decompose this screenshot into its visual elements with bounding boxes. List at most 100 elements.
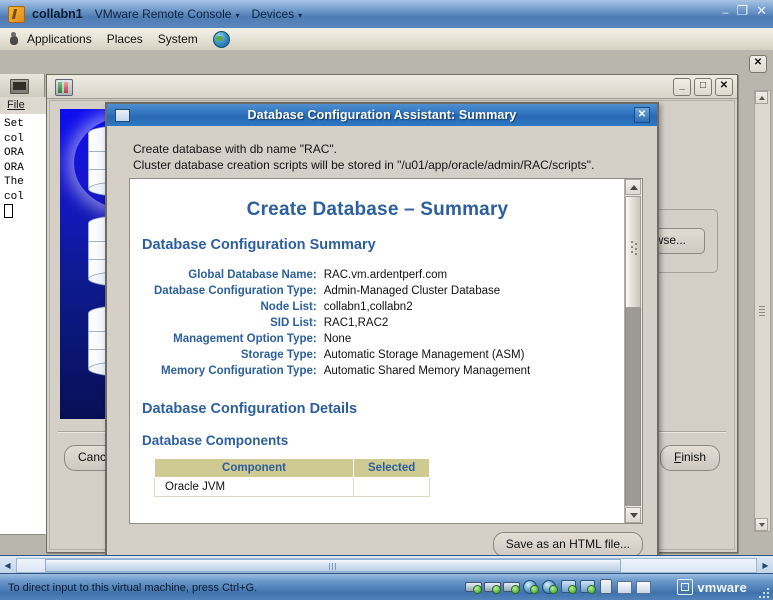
summary-value: collabn1,collabn2 xyxy=(323,301,413,313)
summary-value: Admin-Managed Cluster Database xyxy=(323,285,501,297)
summary-key: Node List: xyxy=(260,301,317,313)
hscroll-thumb[interactable] xyxy=(45,558,621,572)
terminal-cursor xyxy=(4,204,13,218)
terminal-line: ORA xyxy=(4,147,24,159)
browser-globe-icon[interactable] xyxy=(212,30,230,48)
summary-value: Automatic Shared Memory Management xyxy=(323,365,531,377)
terminal-line: col xyxy=(4,190,24,203)
summary-key: Management Option Type: xyxy=(173,333,317,345)
cd-drive-icon[interactable] xyxy=(522,578,539,594)
cd-drive-icon[interactable] xyxy=(541,578,558,594)
dbca-window-controls: _ □ ✕ xyxy=(673,78,733,96)
menu-places[interactable]: Places xyxy=(107,32,143,46)
section-title-config-details: Database Configuration Details xyxy=(142,401,358,417)
network-adapter-icon[interactable] xyxy=(579,578,596,594)
lead-line-2: Cluster database creation scripts will b… xyxy=(133,157,595,172)
dbca-finish-rest: inish xyxy=(681,450,706,464)
scroll-down-arrow-icon[interactable] xyxy=(625,507,641,523)
dialog-lead-text: Create database with db name "RAC". Clus… xyxy=(133,142,643,173)
summary-document-viewport: Create Database – Summary Database Confi… xyxy=(130,179,625,523)
gnome-top-panel: Applications Places System xyxy=(0,28,773,51)
column-header-selected: Selected xyxy=(352,458,431,478)
status-hint-text: To direct input to this virtual machine,… xyxy=(8,581,258,594)
vmware-app-icon xyxy=(8,5,25,23)
terminal-line: The xyxy=(4,176,24,188)
hard-disk-icon[interactable] xyxy=(503,578,520,594)
summary-vertical-scrollbar[interactable] xyxy=(624,179,642,523)
network-adapter-icon[interactable] xyxy=(560,578,577,594)
resize-grip-icon[interactable] xyxy=(758,587,769,598)
component-name-cell: Oracle JVM xyxy=(154,477,354,497)
summary-key: Global Database Name: xyxy=(188,269,317,281)
table-row: Memory Configuration Type: Automatic Sha… xyxy=(154,363,530,379)
scrollbar-track[interactable] xyxy=(625,308,641,506)
close-button[interactable]: ✕ xyxy=(756,4,767,17)
scroll-down-arrow-icon[interactable] xyxy=(755,518,768,531)
section-title-database-components: Database Components xyxy=(142,433,289,448)
dbca-minimize-button[interactable]: _ xyxy=(673,78,691,96)
scroll-left-arrow-icon[interactable]: ◀ xyxy=(0,557,15,573)
chevron-down-icon-console[interactable]: ▾ xyxy=(235,11,239,20)
database-components-table: Component Selected Oracle JVM xyxy=(154,458,431,497)
shared-folder-icon[interactable] xyxy=(636,578,653,594)
console-horizontal-scrollbar[interactable]: ◀ ▶ xyxy=(0,555,773,575)
terminal-menu-file[interactable]: File xyxy=(0,97,51,115)
dbca-maximize-button[interactable]: □ xyxy=(694,78,712,96)
table-row: Node List: collabn1,collabn2 xyxy=(154,299,530,315)
summary-key: Storage Type: xyxy=(240,349,317,361)
save-as-html-button[interactable]: Save as an HTML file... xyxy=(492,532,643,555)
vm-name-label: collabn1 xyxy=(32,7,83,21)
summary-document: Create Database – Summary Database Confi… xyxy=(130,179,625,497)
summary-key: Memory Configuration Type: xyxy=(161,365,317,377)
vmware-brand-text: vmware xyxy=(697,579,747,595)
minimize-button[interactable]: – xyxy=(722,8,728,19)
table-header-row: Component Selected xyxy=(154,458,431,478)
menu-applications[interactable]: Applications xyxy=(27,32,92,46)
summary-key-value-table: Global Database Name: RAC.vm.ardentperf.… xyxy=(154,267,530,379)
terminal-line: col xyxy=(4,132,24,145)
console-status-bar: To direct input to this virtual machine,… xyxy=(0,573,773,600)
scrollbar-grip-icon xyxy=(759,306,765,316)
summary-value: Automatic Storage Management (ASM) xyxy=(323,349,525,361)
terminal-window[interactable]: File Set col ORA ORA The col xyxy=(0,74,51,535)
background-app-vertical-scrollbar[interactable] xyxy=(754,90,771,532)
summary-key: Database Configuration Type: xyxy=(154,285,317,297)
outer-window-close-button[interactable]: ✕ xyxy=(749,55,767,73)
terminal-output: Set col ORA ORA The col xyxy=(0,114,48,534)
dbca-finish-button[interactable]: Finish xyxy=(659,445,720,471)
gnome-foot-icon xyxy=(7,32,21,46)
gnome-desktop: File Set col ORA ORA The col _ □ ✕ Brows… xyxy=(0,50,773,555)
scrollbar-thumb[interactable] xyxy=(625,196,641,308)
menu-system[interactable]: System xyxy=(158,32,198,46)
dbca-title-bar: _ □ ✕ xyxy=(47,75,737,99)
scroll-up-arrow-icon[interactable] xyxy=(755,91,768,104)
vmware-logo-icon xyxy=(677,579,694,595)
chevron-down-icon-devices[interactable]: ▾ xyxy=(298,11,302,20)
maximize-button[interactable]: ❐ xyxy=(736,4,748,17)
hard-disk-icon[interactable] xyxy=(484,578,501,594)
table-row: SID List: RAC1,RAC2 xyxy=(154,315,530,331)
menu-vmware-remote-console[interactable]: VMware Remote Console xyxy=(95,7,232,21)
dbca-close-button[interactable]: ✕ xyxy=(715,78,733,96)
menu-devices[interactable]: Devices xyxy=(251,7,294,21)
summary-document-frame: Create Database – Summary Database Confi… xyxy=(129,178,643,524)
hard-disk-icon[interactable] xyxy=(465,578,482,594)
summary-dialog[interactable]: Database Configuration Assistant: Summar… xyxy=(105,102,659,555)
device-tray xyxy=(465,578,653,594)
hscroll-track[interactable] xyxy=(16,557,757,573)
summary-value: RAC1,RAC2 xyxy=(323,317,389,329)
dialog-close-button[interactable]: ✕ xyxy=(634,107,650,123)
terminal-icon xyxy=(10,79,29,94)
lead-line-1: Create database with db name "RAC". xyxy=(133,142,337,156)
shared-folder-icon[interactable] xyxy=(617,578,634,594)
usb-device-icon[interactable] xyxy=(598,578,615,594)
scroll-up-arrow-icon[interactable] xyxy=(625,179,641,195)
table-row: Storage Type: Automatic Storage Manageme… xyxy=(154,347,530,363)
vmware-title-bar: collabn1 VMware Remote Console ▾ Devices… xyxy=(0,0,773,29)
summary-dialog-title-bar: Database Configuration Assistant: Summar… xyxy=(107,104,657,126)
summary-key: SID List: xyxy=(270,317,317,329)
dialog-window-icon xyxy=(115,108,130,122)
component-selected-cell xyxy=(352,477,431,497)
scroll-right-arrow-icon[interactable]: ▶ xyxy=(758,557,773,573)
terminal-menu-file-label: File xyxy=(7,99,25,111)
